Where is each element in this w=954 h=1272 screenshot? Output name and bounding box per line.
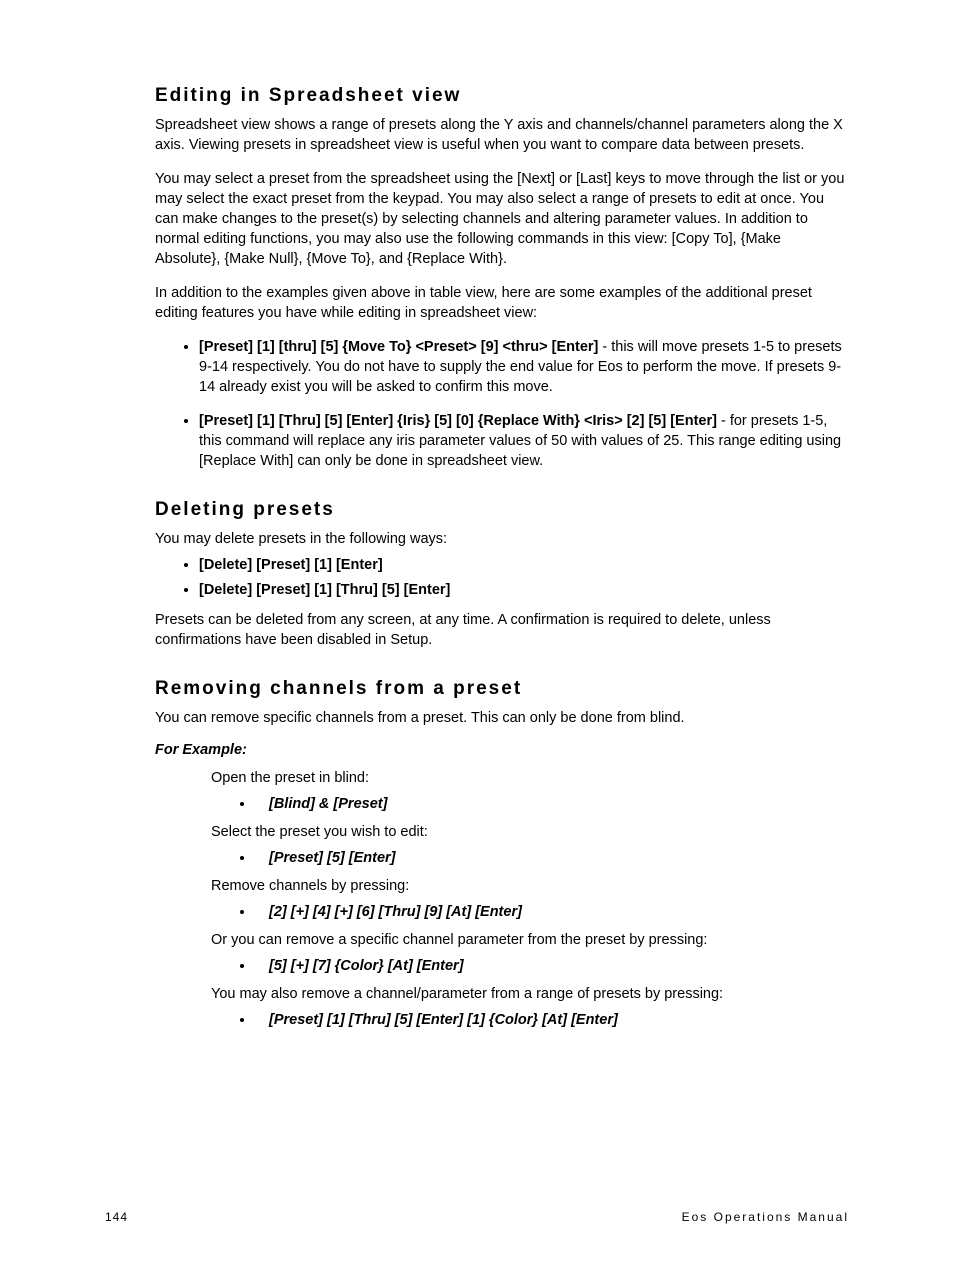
page-number: 144 xyxy=(105,1210,128,1224)
heading-editing-spreadsheet: Editing in Spreadsheet view xyxy=(155,85,849,107)
paragraph: You can remove specific channels from a … xyxy=(155,708,849,728)
command-list: [Preset] [5] [Enter] xyxy=(155,848,849,868)
page-footer: 144 Eos Operations Manual xyxy=(105,1210,849,1224)
command-text: [5] [+] [7] {Color} [At] [Enter] xyxy=(269,958,464,974)
command-text: [Preset] [5] [Enter] xyxy=(269,850,396,866)
list-item: [5] [+] [7] {Color} [At] [Enter] xyxy=(255,956,849,976)
command-text: [Blind] & [Preset] xyxy=(269,796,387,812)
list-item: [Delete] [Preset] [1] [Thru] [5] [Enter] xyxy=(199,580,849,600)
command-list: [Blind] & [Preset] xyxy=(155,794,849,814)
step-text: Or you can remove a specific channel par… xyxy=(211,930,849,950)
list-item: [Blind] & [Preset] xyxy=(255,794,849,814)
example-list: [Preset] [1] [thru] [5] {Move To} <Prese… xyxy=(155,337,849,471)
delete-commands-list: [Delete] [Preset] [1] [Enter] [Delete] [… xyxy=(155,555,849,600)
paragraph: Spreadsheet view shows a range of preset… xyxy=(155,115,849,155)
heading-deleting-presets: Deleting presets xyxy=(155,499,849,521)
step-text: Select the preset you wish to edit: xyxy=(211,822,849,842)
list-item: [Preset] [1] [Thru] [5] [Enter] {Iris} [… xyxy=(199,411,849,471)
step-text: Remove channels by pressing: xyxy=(211,876,849,896)
command-list: [2] [+] [4] [+] [6] [Thru] [9] [At] [Ent… xyxy=(155,902,849,922)
list-item: [Preset] [1] [Thru] [5] [Enter] [1] {Col… xyxy=(255,1010,849,1030)
list-item: [Preset] [5] [Enter] xyxy=(255,848,849,868)
paragraph: In addition to the examples given above … xyxy=(155,283,849,323)
for-example-label: For Example: xyxy=(155,742,849,758)
command-text: [Preset] [1] [thru] [5] {Move To} <Prese… xyxy=(199,339,598,355)
page-content: Editing in Spreadsheet view Spreadsheet … xyxy=(0,0,954,1272)
paragraph: Presets can be deleted from any screen, … xyxy=(155,610,849,650)
heading-removing-channels: Removing channels from a preset xyxy=(155,678,849,700)
list-item: [Delete] [Preset] [1] [Enter] xyxy=(199,555,849,575)
command-text: [2] [+] [4] [+] [6] [Thru] [9] [At] [Ent… xyxy=(269,904,522,920)
command-text: [Preset] [1] [Thru] [5] [Enter] {Iris} [… xyxy=(199,413,717,429)
command-list: [5] [+] [7] {Color} [At] [Enter] xyxy=(155,956,849,976)
step-text: Open the preset in blind: xyxy=(211,768,849,788)
list-item: [2] [+] [4] [+] [6] [Thru] [9] [At] [Ent… xyxy=(255,902,849,922)
command-text: [Preset] [1] [Thru] [5] [Enter] [1] {Col… xyxy=(269,1012,618,1028)
paragraph: You may delete presets in the following … xyxy=(155,529,849,549)
command-list: [Preset] [1] [Thru] [5] [Enter] [1] {Col… xyxy=(155,1010,849,1030)
book-title: Eos Operations Manual xyxy=(682,1210,849,1224)
step-text: You may also remove a channel/parameter … xyxy=(211,984,849,1004)
list-item: [Preset] [1] [thru] [5] {Move To} <Prese… xyxy=(199,337,849,397)
paragraph: You may select a preset from the spreads… xyxy=(155,169,849,269)
